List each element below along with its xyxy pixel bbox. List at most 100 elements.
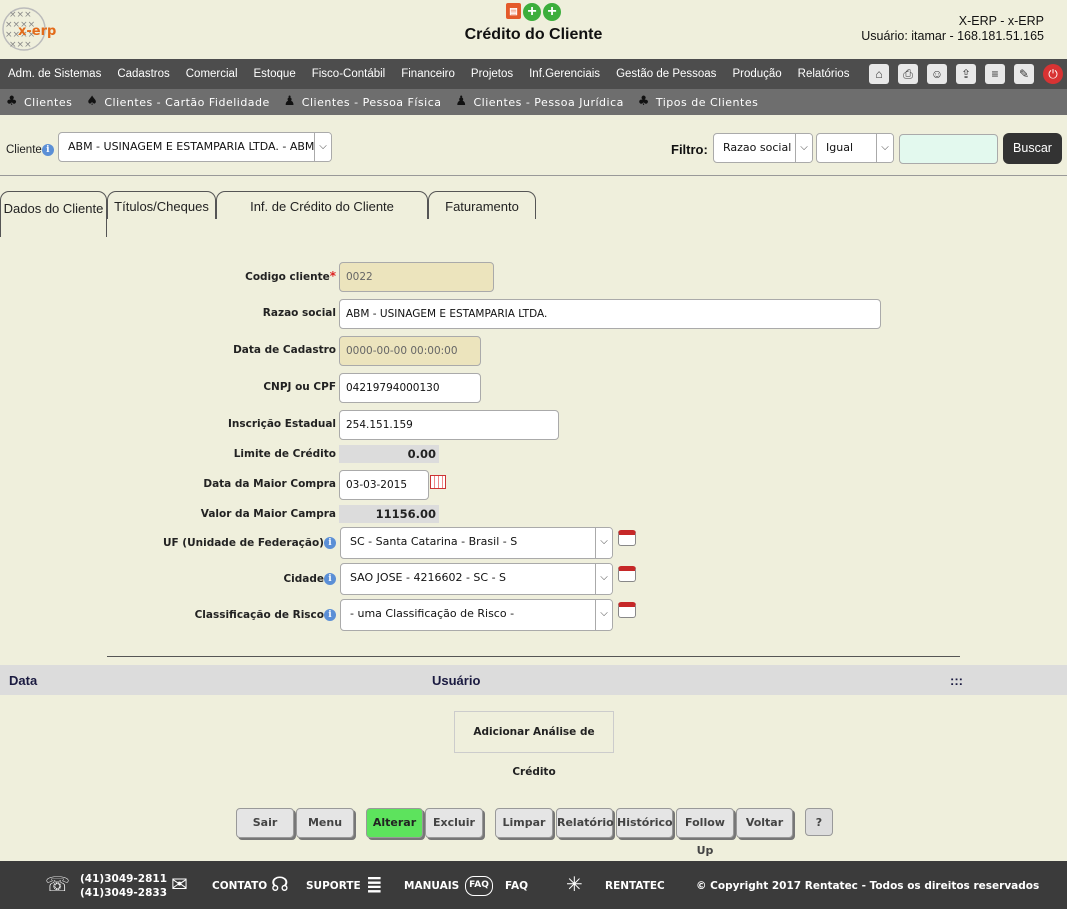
submenu-label: Clientes - Cartão Fidelidade xyxy=(104,95,270,109)
client-select[interactable]: ABM - USINAGEM E ESTAMPARIA LTDA. - ABM … xyxy=(58,132,332,162)
home-icon[interactable]: ⌂ xyxy=(869,64,889,84)
edit-cidade-icon[interactable] xyxy=(618,566,636,582)
calendar-icon[interactable] xyxy=(430,475,446,489)
cidade-label-text: Cidade xyxy=(283,573,324,585)
group-icon: ♣ xyxy=(637,94,650,109)
tab-dados-cliente[interactable]: Dados do Cliente xyxy=(0,191,107,237)
edit-risco-icon[interactable] xyxy=(618,602,636,618)
sub-menu-bar: ♣ Clientes ♠ Clientes - Cartão Fidelidade … xyxy=(0,89,1067,115)
filter-field-value: Razao social xyxy=(723,141,792,154)
user-session: Usuário: itamar - 168.181.51.165 xyxy=(861,29,1044,43)
submenu-pessoa-juridica[interactable]: ♟ Clientes - Pessoa Jurídica xyxy=(454,94,624,110)
info-icon[interactable]: i xyxy=(324,609,336,621)
cnpj-label: CNPJ ou CPF xyxy=(263,381,336,393)
add-icon[interactable]: + xyxy=(523,3,541,21)
cnpj-field[interactable]: 04219794000130 xyxy=(339,373,481,403)
codigo-label: Codigo cliente* xyxy=(245,269,336,283)
print-icon[interactable]: ⎙ xyxy=(898,64,918,84)
menu-financeiro[interactable]: Financeiro xyxy=(393,68,463,80)
search-button[interactable]: Buscar xyxy=(1003,133,1062,164)
menu-fisco-contabil[interactable]: Fisco-Contábil xyxy=(304,68,394,80)
copyright: © Copyright 2017 Rentatec - Todos os dir… xyxy=(696,880,1040,892)
data-maior-compra-field[interactable]: 03-03-2015 xyxy=(339,470,429,500)
cidade-select[interactable]: SAO JOSE - 4216602 - SC - S ⌵ xyxy=(340,563,613,595)
submenu-pessoa-fisica[interactable]: ♟ Clientes - Pessoa Física xyxy=(282,94,442,110)
info-icon[interactable]: i xyxy=(324,537,336,549)
menu-cadastros[interactable]: Cadastros xyxy=(109,68,177,80)
valor-maior-compra-value: 11156.00 xyxy=(339,505,439,523)
menu-gestao-pessoas[interactable]: Gestão de Pessoas xyxy=(608,68,724,80)
historico-button[interactable]: Histórico xyxy=(616,808,673,838)
info-icon[interactable]: i xyxy=(324,573,336,585)
contato-link[interactable]: CONTATO xyxy=(212,880,267,892)
report-doc-icon[interactable]: ▤ xyxy=(506,3,521,19)
chevron-down-icon: ⌵ xyxy=(595,564,612,594)
menu-relatorios[interactable]: Relatórios xyxy=(790,68,858,80)
phone-1: (41)3049-2811 xyxy=(80,873,168,885)
rentatec-logo-icon: ✳ xyxy=(566,872,583,896)
voltar-button[interactable]: Voltar xyxy=(736,808,793,838)
info-icon[interactable]: i xyxy=(41,144,54,156)
data-cadastro-field: 0000-00-00 00:00:00 xyxy=(339,336,481,366)
filter-value-input[interactable] xyxy=(899,134,998,164)
card-icon: ♠ xyxy=(86,94,99,109)
menu-projetos[interactable]: Projetos xyxy=(463,68,521,80)
filter-field-select[interactable]: Razao social ⌵ xyxy=(713,133,813,163)
sair-button[interactable]: Sair xyxy=(236,808,294,838)
help-icon[interactable]: ✎ xyxy=(1014,64,1034,84)
cidade-select-value: SAO JOSE - 4216602 - SC - S xyxy=(350,571,507,584)
excluir-button[interactable]: Excluir xyxy=(425,808,483,838)
export-icon[interactable]: ⇪ xyxy=(956,64,976,84)
menu-comercial[interactable]: Comercial xyxy=(178,68,246,80)
submenu-clientes[interactable]: ♣ Clientes xyxy=(4,94,72,110)
rentatec-link[interactable]: RENTATEC xyxy=(605,880,665,892)
svg-text:×××: ××× xyxy=(9,10,32,20)
limpar-button[interactable]: Limpar xyxy=(495,808,553,838)
filter-operator-select[interactable]: Igual ⌵ xyxy=(816,133,894,163)
suporte-link[interactable]: SUPORTE xyxy=(306,880,361,892)
data-cadastro-label: Data de Cadastro xyxy=(233,344,336,356)
faq-icon: FAQ xyxy=(465,876,493,896)
menu-button[interactable]: Menu xyxy=(296,808,354,838)
required-marker: * xyxy=(329,269,336,283)
chevron-down-icon: ⌵ xyxy=(595,528,612,558)
razao-social-field[interactable]: ABM - USINAGEM E ESTAMPARIA LTDA. xyxy=(339,299,881,329)
menu-estoque[interactable]: Estoque xyxy=(246,68,304,80)
power-icon[interactable]: ⏻ xyxy=(1043,64,1063,84)
manuais-link[interactable]: MANUAIS xyxy=(404,880,459,892)
limite-credito-value: 0.00 xyxy=(339,445,439,463)
help-button[interactable]: ? xyxy=(805,808,833,836)
add-credit-analysis-button[interactable]: Adicionar Análise de Crédito xyxy=(454,711,614,778)
tab-inf-credito[interactable]: Inf. de Crédito do Cliente xyxy=(216,191,428,219)
header: ××× ×××× ×××× ××× x-erp ▤ + + Crédito do Cl… xyxy=(0,0,1067,58)
menu-adm-sistemas[interactable]: Adm. de Sistemas xyxy=(0,68,109,80)
faq-link[interactable]: FAQ xyxy=(505,880,528,892)
tab-titulos-cheques[interactable]: Títulos/Cheques xyxy=(107,191,216,219)
limite-label: Limite de Crédito xyxy=(233,448,336,460)
uf-select[interactable]: SC - Santa Catarina - Brasil - S ⌵ xyxy=(340,527,613,559)
client-label: Cliente i xyxy=(6,144,54,156)
col-data[interactable]: Data xyxy=(9,673,37,688)
submenu-tipos-clientes[interactable]: ♣ Tipos de Clientes xyxy=(636,94,758,110)
footer: ☏ (41)3049-2811 (41)3049-2833 ✉ CONTATO … xyxy=(0,861,1067,909)
inscricao-estadual-field[interactable]: 254.151.159 xyxy=(339,410,559,440)
document-icon[interactable]: ≡ xyxy=(985,64,1005,84)
menu-producao[interactable]: Produção xyxy=(724,68,789,80)
client-label-text: Cliente xyxy=(6,144,42,156)
submenu-label: Clientes xyxy=(24,95,73,109)
client-select-value: ABM - USINAGEM E ESTAMPARIA LTDA. - ABM … xyxy=(68,140,330,153)
relatorio-button[interactable]: Relatório xyxy=(556,808,614,838)
col-menu[interactable]: ::: xyxy=(950,673,963,688)
chevron-down-icon: ⌵ xyxy=(595,600,612,630)
badge-icon[interactable]: ☺ xyxy=(927,64,947,84)
col-usuario[interactable]: Usuário xyxy=(432,673,480,688)
edit-uf-icon[interactable] xyxy=(618,530,636,546)
menu-inf-gerenciais[interactable]: Inf.Gerenciais xyxy=(521,68,608,80)
add-new-icon[interactable]: + xyxy=(543,3,561,21)
tab-faturamento[interactable]: Faturamento xyxy=(428,191,536,219)
submenu-cartao-fidelidade[interactable]: ♠ Clientes - Cartão Fidelidade xyxy=(84,94,269,110)
follow-up-button[interactable]: Follow Up xyxy=(676,808,734,857)
risco-select[interactable]: - uma Classificação de Risco - ⌵ xyxy=(340,599,613,631)
business-person-icon: ♟ xyxy=(455,94,468,109)
alterar-button[interactable]: Alterar xyxy=(366,808,423,838)
